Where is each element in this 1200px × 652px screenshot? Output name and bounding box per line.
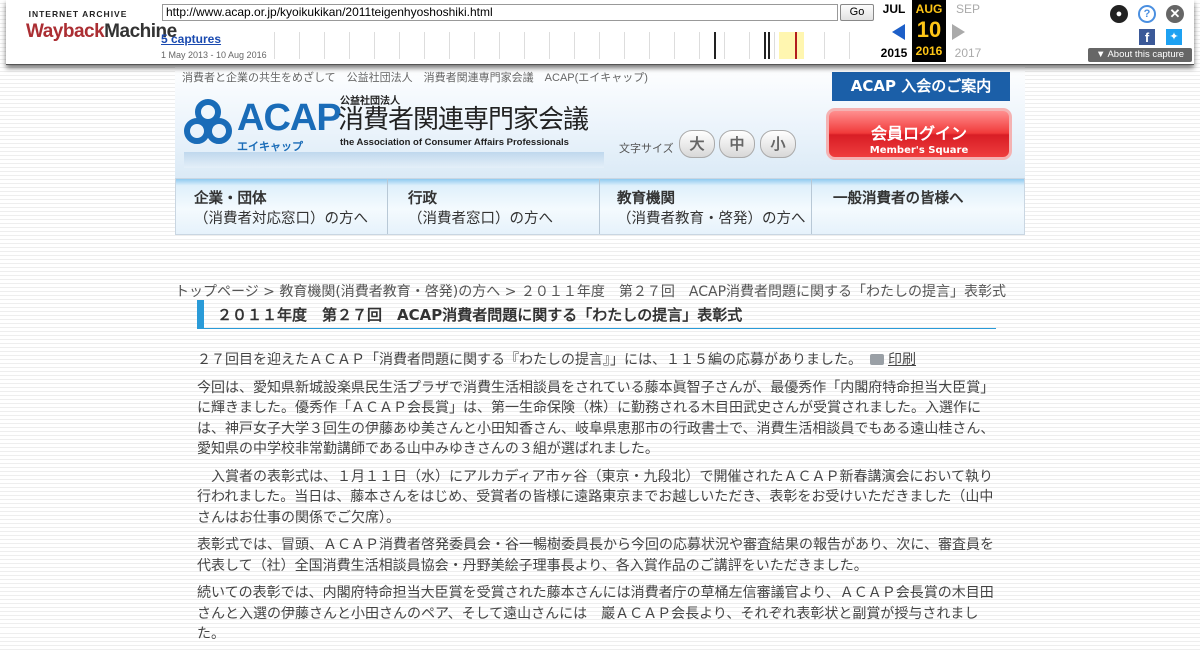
nav-item-line1: 一般消費者の皆様へ [833,191,964,207]
breadcrumb[interactable]: トップページ > 教育機関(消費者教育・啓発)の方へ > ２０１１年度 第２７回… [175,281,1006,301]
nav-item-line2: （消費者教育・啓発）の方へ [617,211,806,227]
prev-capture-arrow-icon[interactable] [892,24,905,40]
paragraph: 表彰式では、冒頭、ＡＣＡＰ消費者啓発委員会・谷一暢樹委員長から今回の応募状況や審… [197,537,995,574]
membership-info-button[interactable]: ACAP 入会のご案内 [832,72,1010,101]
font-size-small-button[interactable]: 小 [760,130,796,158]
login-label: 会員ログイン [870,124,967,143]
paragraph-text: ２７回目を迎えたＡＣＡＰ「消費者問題に関する『わたしの提言』」には、１１５編の応… [197,352,862,368]
current-capture-date: AUG 10 2016 [912,0,946,62]
nav-item-line1: 企業・団体 [194,191,267,207]
paragraph: ２７回目を迎えたＡＣＡＰ「消費者問題に関する『わたしの提言』」には、１１５編の応… [197,350,997,371]
capture-mark[interactable] [768,32,770,59]
go-button[interactable]: Go [840,4,874,21]
prev-month[interactable]: JUL [876,2,912,16]
nav-item-line1: 行政 [408,191,437,207]
wayback-logo[interactable]: INTERNET ARCHIVE WaybackMachine [26,9,177,51]
prev-year[interactable]: 2015 [876,46,912,60]
user-icon[interactable]: ● [1110,5,1128,23]
paragraph: 今回は、愛知県新城設楽県民生活プラザで消費生活相談員をされている藤本眞智子さんが… [197,379,995,458]
current-month: AUG [915,2,943,16]
nav-item-line1: 教育機関 [617,191,675,207]
current-day: 10 [916,17,942,42]
about-capture-button[interactable]: ▼ About this capture [1088,48,1192,62]
close-icon[interactable]: ✕ [1166,5,1184,23]
site-tagline: 消費者と企業の共生をめざして 公益社団法人 消費者関連専門家会議 ACAP(エイ… [182,72,648,84]
wayback-logo-top: INTERNET ARCHIVE [28,9,128,19]
wayback-logo-main: WaybackMachine [26,21,177,43]
nav-item-consumers[interactable]: 一般消費者の皆様へ [812,179,1024,234]
font-size-large-button[interactable]: 大 [679,130,715,158]
nav-item-line2: （消費者窓口）の方へ [408,211,553,227]
captures-link[interactable]: 5 captures [161,32,221,46]
logo-japanese-name[interactable]: 消費者関連専門家会議 [338,105,589,135]
nav-item-business[interactable]: 企業・団体 （消費者対応窓口）の方へ [176,179,388,234]
nav-item-education[interactable]: 教育機関 （消費者教育・啓発）の方へ [600,179,812,234]
capture-mark-current[interactable] [795,32,797,59]
acap-page: 消費者と企業の共生をめざして 公益社団法人 消費者関連専門家会議 ACAP(エイ… [175,64,1025,642]
wayback-toolbar: INTERNET ARCHIVE WaybackMachine http://w… [6,0,1194,65]
nav-item-line2: （消費者対応窓口）の方へ [194,211,368,227]
member-login-button[interactable]: 会員ログイン Member's Square [826,108,1012,160]
facebook-icon[interactable]: f [1139,29,1155,45]
next-year[interactable]: 2017 [950,46,986,60]
font-size-medium-button[interactable]: 中 [719,130,755,158]
about-capture-label: About this capture [1107,49,1185,60]
acap-logo-mark-icon[interactable] [184,98,232,146]
capture-mark[interactable] [714,32,716,59]
url-input[interactable]: http://www.acap.or.jp/kyoikukikan/2011te… [162,4,838,21]
logo-english-name: the Association of Consumer Affairs Prof… [340,137,569,148]
print-link[interactable]: 印刷 [870,350,916,371]
next-capture-arrow-icon[interactable] [952,24,965,40]
print-label: 印刷 [888,352,916,368]
login-sublabel: Member's Square [869,145,969,156]
site-header: 消費者と企業の共生をめざして 公益社団法人 消費者関連専門家会議 ACAP(エイ… [175,64,1025,178]
logo-reflection [184,152,604,168]
capture-mark[interactable] [764,32,766,59]
main-nav: 企業・団体 （消費者対応窓口）の方へ 行政 （消費者窓口）の方へ 教育機関 （消… [175,178,1025,235]
nav-item-government[interactable]: 行政 （消費者窓口）の方へ [388,179,600,234]
capture-range: 1 May 2013 - 10 Aug 2016 [161,50,267,60]
article-body: ２７回目を迎えたＡＣＡＰ「消費者問題に関する『わたしの提言』」には、１１５編の応… [197,350,997,652]
printer-icon [870,353,884,365]
help-icon[interactable]: ? [1138,5,1156,23]
page-title: ２０１１年度 第２７回 ACAP消費者問題に関する「わたしの提言」表彰式 [217,306,743,324]
twitter-icon[interactable]: ✦ [1166,29,1182,45]
logo-acap[interactable]: ACAP [237,98,342,138]
font-size-label: 文字サイズ [619,142,674,155]
paragraph: 続いての表彰では、内閣府特命担当大臣賞を受賞された藤本さんには消費者庁の草桶左信… [197,585,994,642]
next-month[interactable]: SEP [950,2,986,16]
wayback-logo-part1: Wayback [26,21,105,42]
capture-sparkline[interactable] [274,32,874,60]
current-year: 2016 [915,44,943,58]
page-title-bar: ２０１１年度 第２７回 ACAP消費者問題に関する「わたしの提言」表彰式 [197,300,996,329]
paragraph: 入賞者の表彰式は、１月１１日（水）にアルカディア市ヶ谷（東京・九段北）で開催され… [197,468,994,526]
